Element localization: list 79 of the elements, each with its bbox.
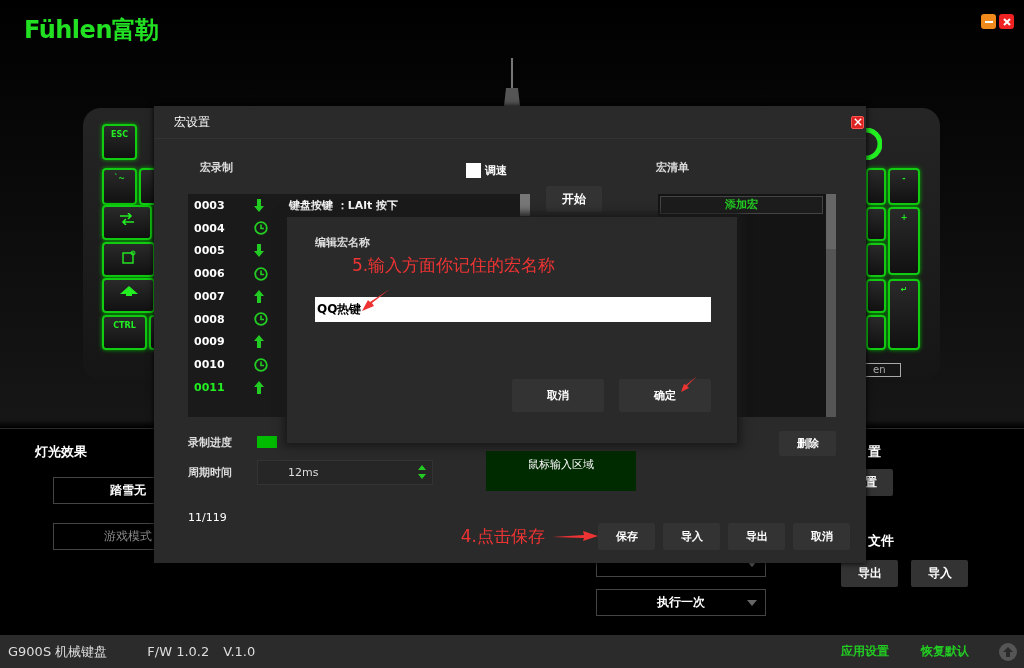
arrow-down-icon [254,198,264,212]
close-button[interactable] [999,14,1014,29]
keycap [866,207,886,241]
keycap [866,315,886,350]
step-counter: 11/119 [188,511,227,524]
keycap: + [888,207,920,275]
dialog-title: 编辑宏名称 [315,235,371,250]
step-number[interactable]: 0003 [188,198,254,212]
dialog-title: 宏设置 [174,113,210,131]
step-number[interactable]: 0011 [188,380,254,394]
section-heading: 文件 [867,532,895,550]
status-link[interactable]: 恢复默认 [921,643,969,660]
file-button[interactable]: 导出 [841,560,898,587]
caret-icon [747,600,757,606]
status-link[interactable]: 应用设置 [841,643,889,660]
logo: Fühlen富勒 [24,15,159,46]
close-button[interactable] [851,115,864,129]
step-number[interactable]: 0007 [188,289,254,303]
checkbox-label: 调速 [485,163,507,178]
annotation-text: 5.输入方面你记住的宏名称 [352,254,557,277]
close-icon [853,118,862,126]
keycap [866,243,886,277]
cable-drawing [502,58,522,106]
mouse-input-area[interactable]: 鼠标输入区域 [486,451,636,491]
keycap: - [888,168,920,205]
arrow-up-icon [119,286,138,296]
clock-icon [254,357,268,372]
step-number[interactable]: 0008 [188,312,254,326]
step-number[interactable]: 0005 [188,244,254,258]
dialog-button[interactable]: 保存 [598,522,655,550]
step-number[interactable]: 0009 [188,335,254,349]
clock-icon [254,266,268,281]
section-label: 宏录制 [200,160,233,175]
dialog-button[interactable]: 导出 [728,522,785,550]
delete-button[interactable]: 删除 [779,431,836,456]
step-number[interactable]: 0004 [188,221,254,235]
start-button[interactable]: 开始 [546,186,602,212]
scrollbar[interactable] [826,194,836,417]
macro-item[interactable]: 添加宏 [660,196,823,214]
keycap [866,168,886,205]
app-version: V.1.0 [223,644,256,659]
arrow-up-icon [254,335,264,349]
arrow-up-icon [254,289,264,303]
minimize-icon [984,20,993,23]
dialog-button[interactable]: 取消 [512,379,604,412]
step-number[interactable]: 0010 [188,358,254,372]
section-label: 宏清单 [656,160,690,176]
device-name: G900S 机械键盘 [8,642,108,661]
annotation-arrow [681,376,697,392]
keycap: ↵ [888,279,920,350]
field-label: 录制进度 [188,434,233,450]
keycap: ESC [102,124,137,160]
name-input-field[interactable]: QQ热键 [315,297,711,322]
keycap: CTRL [102,315,147,350]
step-number[interactable]: 0006 [188,267,254,281]
clock-icon [254,221,268,236]
file-button[interactable]: 导入 [911,560,968,587]
dropdown[interactable]: 执行一次 [596,589,766,616]
clock-icon [254,312,268,327]
arrow-down-icon [254,244,264,258]
section-heading: 灯光效果 [35,443,88,461]
arrow-up-icon [254,380,264,394]
step-text: 键盘按键 ：LAlt 按下 [289,197,399,213]
checkbox[interactable] [466,163,481,178]
field-label: 周期时间 [188,464,233,480]
annotation-text: 4.点击保存 [460,524,545,548]
dialog-button[interactable]: 导入 [663,522,720,550]
section-heading: 置 [867,443,882,461]
keycap [866,279,886,313]
ring-icon [866,128,882,160]
spinner-arrows-icon[interactable] [418,465,426,479]
close-icon [1002,17,1011,26]
minimize-button[interactable] [981,14,996,29]
dialog-button[interactable]: 取消 [793,522,850,550]
spin-field[interactable]: 12ms [257,459,433,485]
firmware-version: F/W 1.0.2 [147,644,210,659]
tab-icon [119,213,135,225]
keycap: `~ [102,168,137,205]
dialog-button[interactable]: 确定 [619,379,711,412]
